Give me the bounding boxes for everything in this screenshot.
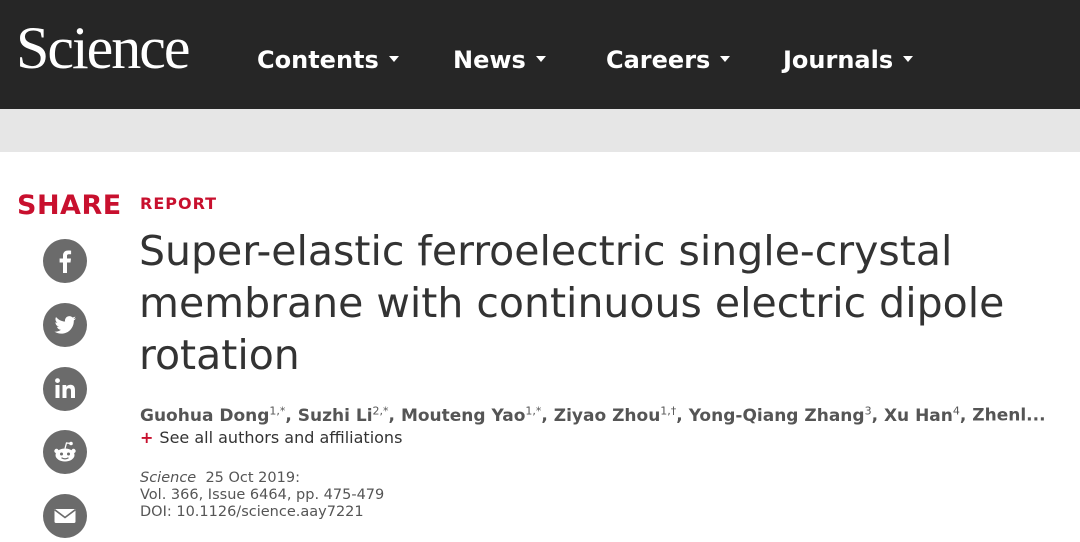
journal-name: Science (140, 470, 197, 486)
citation-block: Science 25 Oct 2019: Vol. 366, Issue 646… (140, 470, 384, 521)
nav-contents[interactable]: Contents (257, 48, 399, 72)
science-logo[interactable]: Science (16, 18, 191, 78)
twitter-share-button[interactable] (43, 303, 87, 347)
linkedin-icon (55, 378, 75, 398)
email-share-button[interactable] (43, 494, 87, 538)
linkedin-share-button[interactable] (43, 367, 87, 411)
see-all-authors-link[interactable]: + See all authors and affiliations (140, 428, 402, 448)
publication-date: 25 Oct 2019: (205, 470, 300, 486)
doi[interactable]: DOI: 10.1126/science.aay7221 (140, 504, 384, 521)
see-all-authors-label: See all authors and affiliations (159, 428, 403, 447)
chevron-down-icon (388, 56, 399, 62)
author-link[interactable]: Guohua Dong1,* (140, 404, 285, 426)
nav-journals-label: Journals (783, 46, 894, 74)
nav-careers[interactable]: Careers (606, 46, 731, 74)
author-link[interactable]: Suzhi Li2,* (298, 404, 389, 426)
author-link[interactable]: Mouteng Yao1,* (401, 404, 541, 426)
article-type-label: REPORT (140, 194, 218, 213)
nav-contents-label: Contents (257, 46, 379, 74)
author-link[interactable]: Zhenl... (972, 406, 1045, 426)
author-list: Guohua Dong1,*, Suzhi Li2,*, Mouteng Yao… (140, 404, 1046, 426)
nav-news-label: News (453, 46, 526, 74)
nav-careers-label: Careers (606, 46, 711, 74)
reddit-share-button[interactable] (43, 430, 87, 474)
nav-news[interactable]: News (453, 48, 546, 72)
volume-issue: Vol. 366, Issue 6464, pp. 475-479 (140, 487, 385, 503)
author-link[interactable]: Ziyao Zhou1,† (554, 404, 677, 426)
citation-journal-line: Science 25 Oct 2019: (140, 470, 384, 487)
twitter-icon (54, 316, 76, 334)
chevron-down-icon (903, 56, 914, 62)
chevron-down-icon (720, 56, 731, 62)
email-icon (54, 509, 76, 523)
author-link[interactable]: Yong-Qiang Zhang3 (689, 404, 872, 426)
chevron-down-icon (535, 56, 546, 62)
sub-navigation-bar (0, 109, 1080, 152)
facebook-share-button[interactable] (43, 239, 87, 283)
plus-icon: + (140, 428, 154, 447)
top-navigation: Science Contents News Careers Journals (0, 0, 1080, 109)
share-heading: SHARE (17, 190, 122, 221)
article-title: Super-elastic ferroelectric single-cryst… (139, 227, 1005, 379)
facebook-icon (59, 250, 72, 273)
author-link[interactable]: Xu Han4 (884, 404, 960, 426)
reddit-icon (54, 441, 76, 462)
nav-journals[interactable]: Journals (783, 46, 914, 74)
